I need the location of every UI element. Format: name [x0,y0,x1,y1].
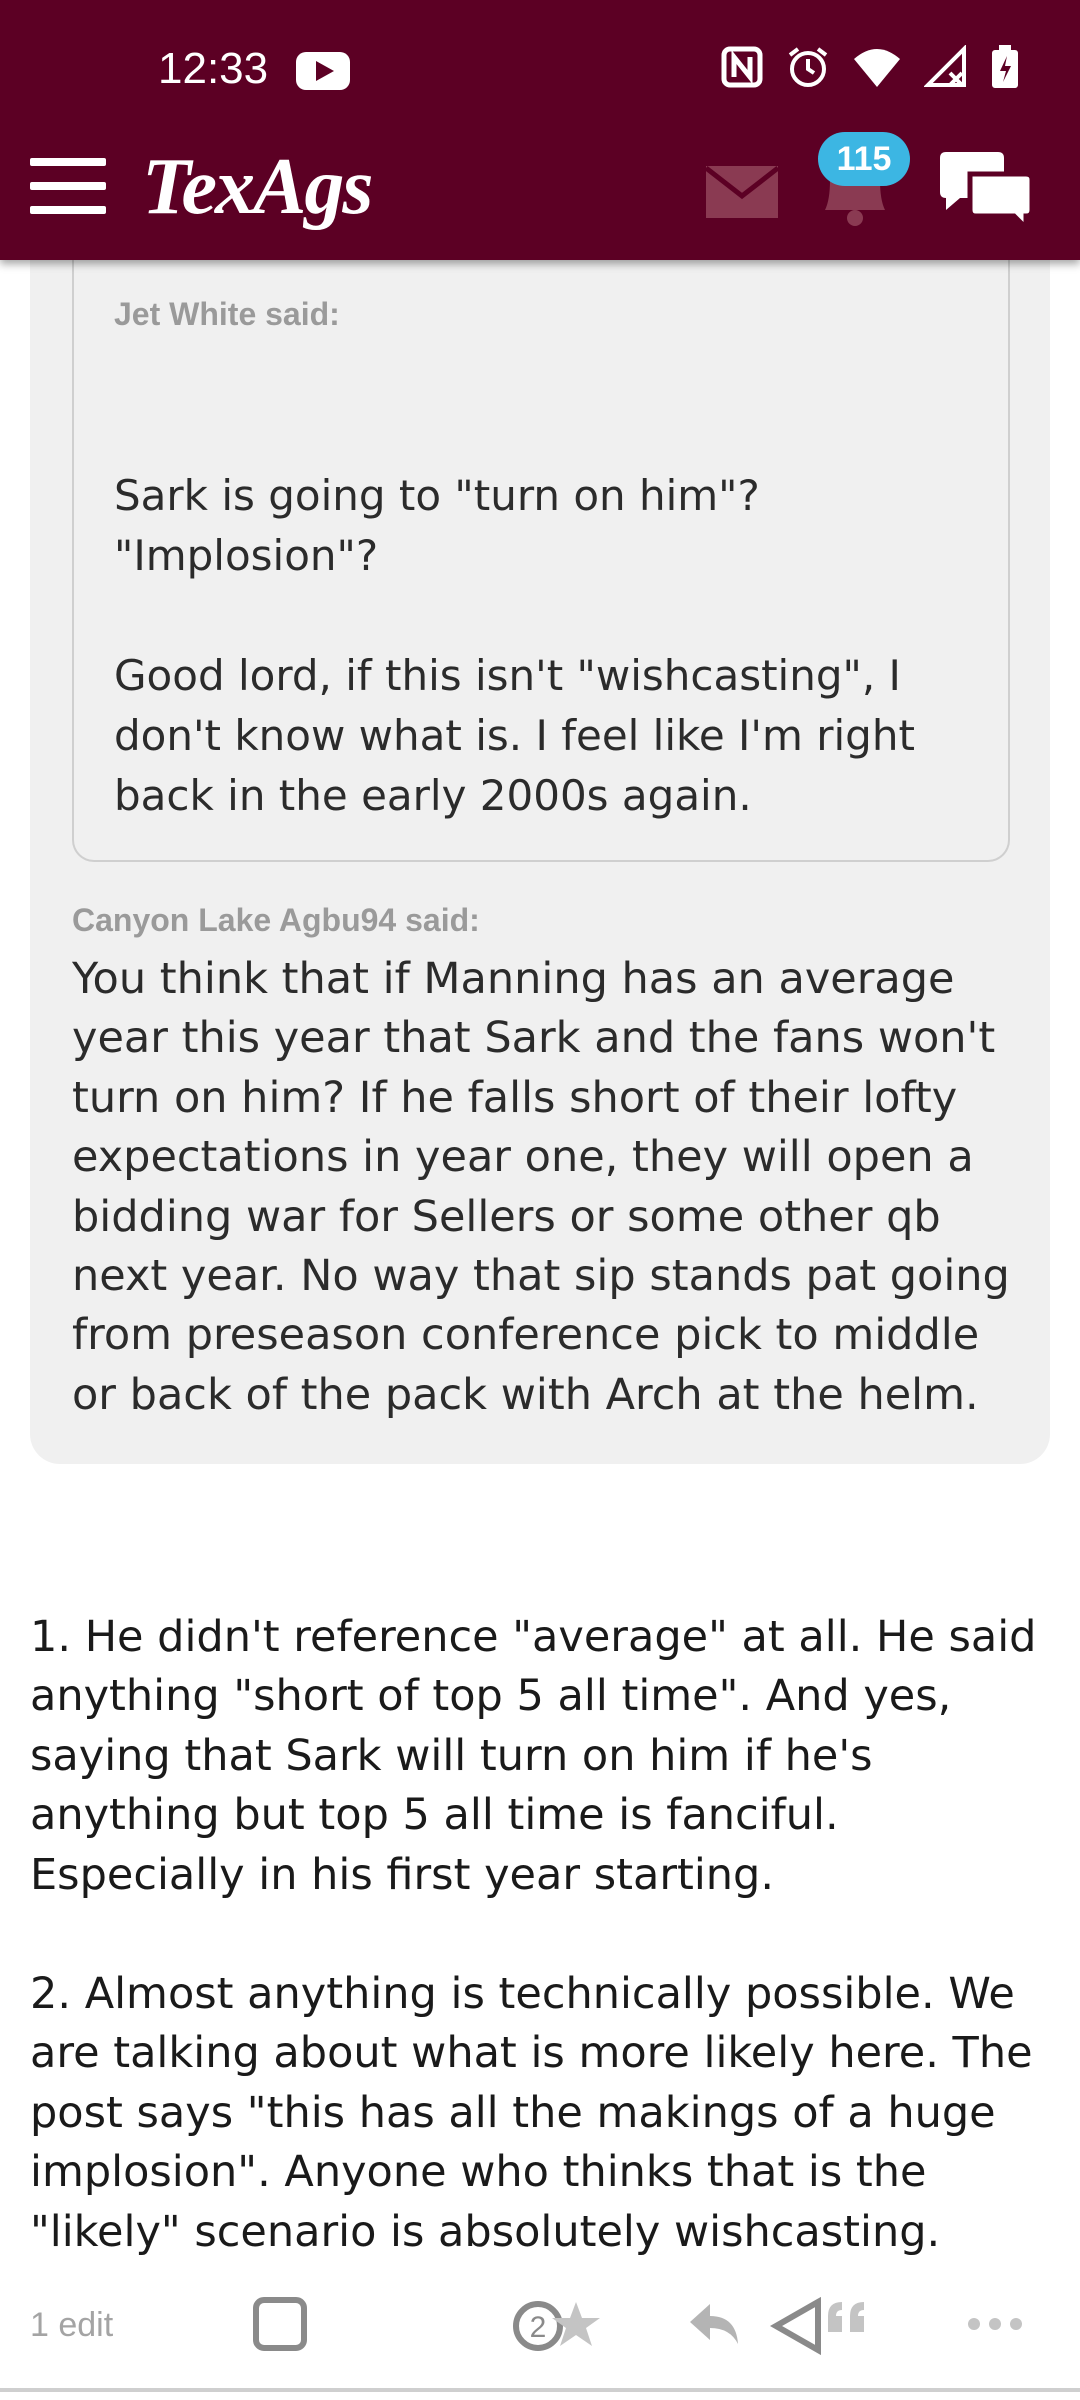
status-time: 12:33 [158,44,269,93]
divider [0,2388,1080,2392]
notification-badge[interactable]: 115 [818,132,910,186]
hamburger-menu-icon[interactable] [30,158,106,214]
alarm-icon [788,47,828,87]
app-header: 12:33 TexAgs 115 [0,0,1080,260]
signal-icon [924,45,966,87]
status-icons [720,44,1020,90]
checkbox-icon[interactable] [252,2296,308,2352]
post-paragraph: 1. He didn't reference "average" at all.… [30,1612,1037,1900]
post-footer: 1 edit 2 [0,2286,1080,2366]
star-rating-icon[interactable]: 2 [512,2296,604,2356]
battery-icon [992,45,1018,88]
quote-paragraph: Sark is going to "turn on him"? "Implosi… [114,471,760,580]
brand-logo[interactable]: TexAgs [142,142,374,233]
chat-icon[interactable] [936,148,1036,232]
post-body: 1. He didn't reference "average" at all.… [30,1608,1050,2262]
post-paragraph: 2. Almost anything is technically possib… [30,1969,1033,2257]
edit-count-link[interactable]: 1 edit [30,2306,113,2345]
youtube-icon [296,52,350,90]
quote-text-outer: You think that if Manning has an average… [72,954,1010,1420]
quote-text-inner: Sark is going to "turn on him"? "Implosi… [114,466,974,826]
reply-icon[interactable] [686,2296,742,2352]
nfc-icon [721,46,763,88]
wifi-icon [854,49,900,87]
quote-icon[interactable] [770,2296,878,2356]
quote-author-outer: Canyon Lake Agbu94 said: [72,902,480,938]
star-count: 2 [530,2311,547,2344]
mail-icon[interactable] [706,166,778,218]
quote-paragraph: Good lord, if this isn't "wishcasting", … [114,651,915,820]
quote-author-inner: Jet White said: [114,296,340,332]
more-options-icon[interactable] [966,2296,1024,2352]
